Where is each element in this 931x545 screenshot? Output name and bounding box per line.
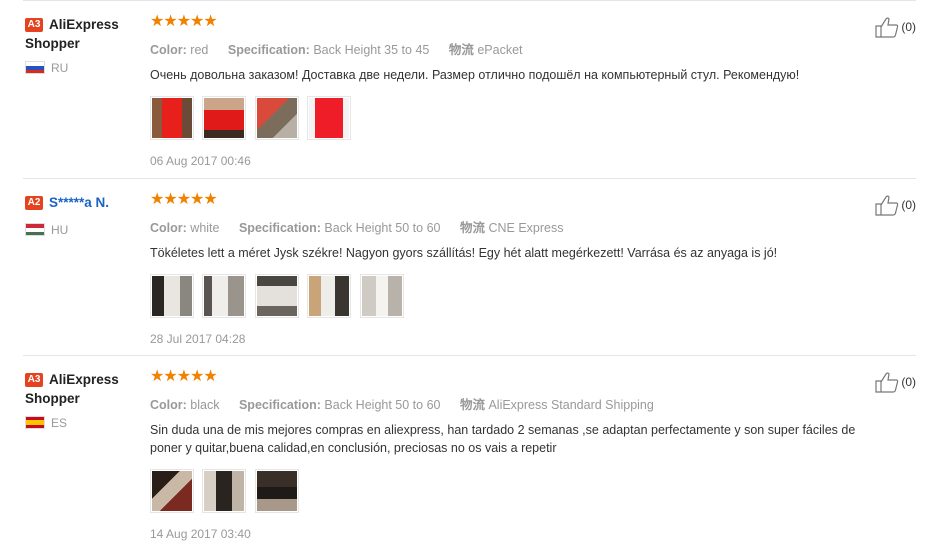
star-icon: ★ — [203, 191, 218, 208]
review-photo-thumbnail[interactable] — [254, 96, 299, 140]
review-content: ★★★★★ Color: white Specification: Back H… — [150, 191, 890, 346]
color-label: Color: — [150, 398, 187, 412]
spec-label: Specification: — [238, 398, 321, 412]
review-photo-thumbnail[interactable] — [150, 96, 194, 140]
review-content: ★★★★★ Color: red Specification: Back Hei… — [150, 13, 890, 168]
star-icon: ★ — [176, 368, 192, 385]
shipping-value: AliExpress Standard Shipping — [488, 398, 654, 412]
color-value: black — [190, 398, 220, 412]
shipping-label: 物流 — [448, 43, 474, 57]
reviewer-name[interactable]: A3 AliExpress Shopper — [25, 370, 145, 408]
reviewer-name[interactable]: A2 S*****a N. — [25, 193, 145, 212]
star-icon: ★ — [163, 13, 178, 30]
review-photo-thumbnail[interactable] — [359, 274, 404, 318]
reviewer-country: RU — [25, 61, 145, 75]
star-rating: ★★★★★ — [150, 13, 890, 30]
reviewer-country: ES — [25, 416, 145, 430]
star-icon: ★ — [150, 368, 165, 385]
order-info: Color: red Specification: Back Height 35… — [150, 39, 890, 58]
reviewer-name-text: S*****a N. — [49, 195, 110, 210]
review-photo-thumbnail[interactable] — [254, 274, 299, 318]
review-item: A2 S*****a N. HU ★★★★★ Color: white Speci… — [23, 178, 916, 356]
reviewer-info: A3 AliExpress Shopper ES — [25, 370, 145, 430]
review-photo-thumbnail[interactable] — [307, 96, 352, 140]
helpful-count: (0) — [901, 198, 916, 212]
helpful-count: (0) — [901, 20, 916, 34]
thumbs-up-icon — [875, 17, 899, 38]
review-photos — [150, 274, 890, 318]
order-info: Color: white Specification: Back Height … — [150, 217, 890, 236]
review-photo-thumbnail[interactable] — [202, 96, 247, 140]
star-icon: ★ — [163, 191, 178, 208]
thumbs-up-icon — [875, 195, 899, 216]
color-value: red — [190, 43, 209, 57]
star-icon: ★ — [176, 13, 192, 30]
review-item: A3 AliExpress Shopper ES ★★★★★ Color: bla… — [23, 355, 916, 545]
review-text: Sin duda una de mis mejores compras en a… — [150, 423, 856, 455]
star-icon: ★ — [176, 191, 192, 208]
star-icon: ★ — [190, 191, 205, 208]
buyer-rank-badge: A3 — [25, 18, 43, 32]
helpful-count: (0) — [901, 375, 916, 389]
helpful-button[interactable]: (0) — [875, 16, 916, 38]
shipping-value: ePacket — [477, 43, 523, 57]
color-value: white — [190, 221, 220, 235]
country-code: HU — [51, 223, 69, 237]
reviewer-country: HU — [25, 223, 145, 237]
star-icon: ★ — [163, 368, 178, 385]
review-text: Tökéletes lett a méret Jysk székre! Nagy… — [150, 246, 778, 260]
review-photo-thumbnail[interactable] — [202, 469, 247, 513]
spec-value: Back Height 50 to 60 — [324, 398, 441, 412]
star-icon: ★ — [203, 368, 218, 385]
review-photo-thumbnail[interactable] — [150, 469, 194, 513]
reviewer-info: A2 S*****a N. HU — [25, 193, 145, 237]
buyer-rank-badge: A2 — [25, 196, 43, 210]
star-icon: ★ — [150, 13, 165, 30]
review-photo-thumbnail[interactable] — [254, 469, 299, 513]
helpful-button[interactable]: (0) — [875, 194, 916, 216]
shipping-label: 物流 — [459, 398, 485, 412]
review-text: Очень довольна заказом! Доставка две нед… — [150, 68, 800, 82]
review-photo-thumbnail[interactable] — [150, 274, 194, 318]
review-photo-thumbnail[interactable] — [307, 274, 352, 318]
review-date: 28 Jul 2017 04:28 — [150, 332, 246, 346]
order-info: Color: black Specification: Back Height … — [150, 394, 890, 413]
review-content: ★★★★★ Color: black Specification: Back H… — [150, 368, 890, 541]
reviewer-name[interactable]: A3 AliExpress Shopper — [25, 15, 145, 53]
spec-label: Specification: — [238, 221, 321, 235]
country-code: ES — [51, 416, 68, 430]
helpful-button[interactable]: (0) — [875, 371, 916, 393]
flag-es-icon — [25, 416, 45, 429]
star-icon: ★ — [203, 13, 218, 30]
star-icon: ★ — [150, 191, 165, 208]
spec-label: Specification: — [227, 43, 310, 57]
shipping-value: CNE Express — [488, 221, 564, 235]
thumbs-up-icon — [875, 372, 899, 393]
shipping-label: 物流 — [459, 221, 485, 235]
review-item: A3 AliExpress Shopper RU ★★★★★ Color: red… — [23, 0, 916, 179]
review-date: 14 Aug 2017 03:40 — [150, 527, 251, 541]
star-rating: ★★★★★ — [150, 368, 890, 385]
spec-value: Back Height 50 to 60 — [324, 221, 441, 235]
star-icon: ★ — [190, 13, 205, 30]
review-photos — [150, 469, 890, 513]
color-label: Color: — [150, 43, 187, 57]
color-label: Color: — [150, 221, 187, 235]
country-code: RU — [51, 61, 69, 75]
reviewer-info: A3 AliExpress Shopper RU — [25, 15, 145, 75]
review-photos — [150, 96, 890, 140]
star-icon: ★ — [190, 368, 205, 385]
buyer-rank-badge: A3 — [25, 373, 43, 387]
star-rating: ★★★★★ — [150, 191, 890, 208]
review-photo-thumbnail[interactable] — [202, 274, 247, 318]
flag-hu-icon — [25, 223, 45, 236]
review-date: 06 Aug 2017 00:46 — [150, 154, 251, 168]
flag-ru-icon — [25, 61, 45, 74]
spec-value: Back Height 35 to 45 — [313, 43, 430, 57]
